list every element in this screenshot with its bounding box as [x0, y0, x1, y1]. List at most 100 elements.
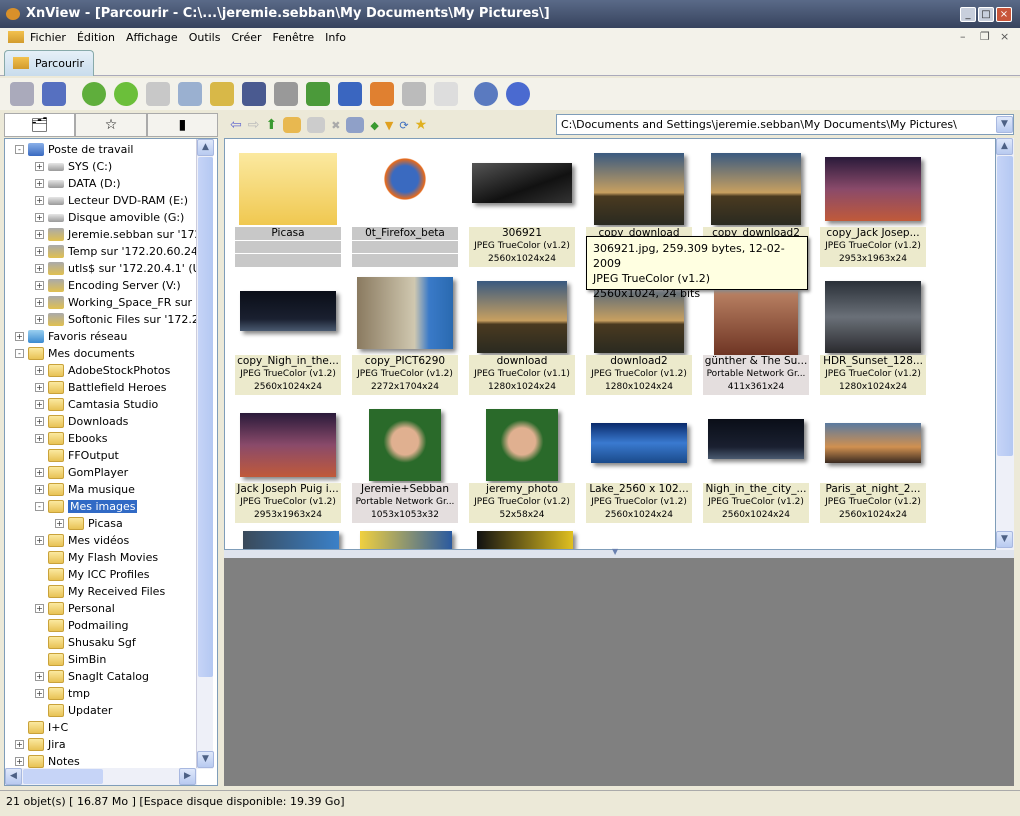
thumbnail-image[interactable]: [477, 531, 573, 549]
maximize-icon[interactable]: □: [978, 7, 994, 22]
convert-icon[interactable]: [146, 82, 170, 106]
tree-item[interactable]: + Lecteur DVD-RAM (E:): [35, 192, 188, 209]
tree-item[interactable]: + AdobeStockPhotos: [35, 362, 170, 379]
expand-icon[interactable]: +: [35, 281, 44, 290]
expand-icon[interactable]: +: [35, 672, 44, 681]
expand-icon[interactable]: +: [35, 264, 44, 273]
mdi-close-icon[interactable]: ×: [1000, 30, 1009, 43]
mdi-minimize-icon[interactable]: –: [960, 30, 966, 43]
tree-item[interactable]: + Working_Space_FR sur ': [35, 294, 199, 311]
scroll-right-button[interactable]: ▶: [179, 768, 196, 785]
sort-icon[interactable]: ◆: [370, 119, 378, 132]
tree-item[interactable]: + Softonic Files sur '172.2: [35, 311, 199, 328]
capture-icon[interactable]: [338, 82, 362, 106]
collapse-icon[interactable]: -: [15, 349, 24, 358]
collapse-arrow-icon[interactable]: ▼: [612, 547, 618, 556]
menu-edition[interactable]: Édition: [77, 31, 115, 44]
refresh-icon[interactable]: ⟳: [399, 119, 408, 132]
collapse-icon[interactable]: -: [35, 502, 44, 511]
view-mode-icon[interactable]: [346, 117, 365, 133]
tree-item[interactable]: FFOutput: [35, 447, 119, 464]
tree-item[interactable]: My ICC Profiles: [35, 566, 150, 583]
menu-affichage[interactable]: Affichage: [126, 31, 178, 44]
tree-horizontal-scrollbar[interactable]: ◀ ▶: [5, 768, 197, 785]
web-page-icon[interactable]: [402, 82, 426, 106]
collapse-icon[interactable]: -: [15, 145, 24, 154]
menu-fenetre[interactable]: Fenêtre: [273, 31, 315, 44]
scroll-thumb[interactable]: [198, 157, 213, 677]
tree-item[interactable]: + Jeremie.sebban sur '172: [35, 226, 202, 243]
contact-sheet-icon[interactable]: [434, 82, 458, 106]
scanner-icon[interactable]: [10, 82, 34, 106]
expand-icon[interactable]: +: [35, 213, 44, 222]
tree-item[interactable]: + Encoding Server (V:): [35, 277, 181, 294]
menu-info[interactable]: Info: [325, 31, 346, 44]
tree-item[interactable]: + Personal: [35, 600, 115, 617]
tree-item[interactable]: - Poste de travail: [15, 141, 133, 158]
delete-icon[interactable]: ✖: [331, 119, 340, 132]
scroll-down-button[interactable]: ▼: [996, 531, 1013, 548]
expand-icon[interactable]: +: [35, 434, 44, 443]
forward-icon[interactable]: ⇨: [248, 117, 260, 133]
expand-icon[interactable]: +: [35, 604, 44, 613]
expand-icon[interactable]: +: [35, 689, 44, 698]
expand-icon[interactable]: +: [35, 315, 44, 324]
back-icon[interactable]: ⇦: [230, 117, 242, 133]
tree-item[interactable]: + SYS (C:): [35, 158, 112, 175]
tree-item[interactable]: SimBin: [35, 651, 106, 668]
presentation-icon[interactable]: [370, 82, 394, 106]
fullscreen-icon[interactable]: [42, 82, 66, 106]
tree-item[interactable]: + tmp: [35, 685, 90, 702]
rename-icon[interactable]: [307, 117, 326, 133]
expand-icon[interactable]: +: [35, 162, 44, 171]
scroll-thumb[interactable]: [997, 156, 1013, 456]
tree-item[interactable]: + Ma musique: [35, 481, 135, 498]
expand-icon[interactable]: +: [35, 179, 44, 188]
categories-tab[interactable]: ▮: [146, 113, 218, 137]
scroll-left-button[interactable]: ◀: [5, 768, 22, 785]
properties-icon[interactable]: [178, 82, 202, 106]
rotate-right-icon[interactable]: [114, 82, 138, 106]
expand-icon[interactable]: +: [35, 383, 44, 392]
settings-icon[interactable]: [474, 82, 498, 106]
folders-tab[interactable]: 🗂: [4, 113, 76, 137]
address-dropdown-button[interactable]: ▼: [996, 116, 1013, 133]
scroll-up-button[interactable]: ▲: [996, 138, 1013, 155]
tree-item[interactable]: + utls$ sur '172.20.4.1' (U: [35, 260, 201, 277]
expand-icon[interactable]: +: [35, 230, 44, 239]
tree-item[interactable]: Podmailing: [35, 617, 129, 634]
tree-item[interactable]: + Battlefield Heroes: [35, 379, 167, 396]
tree-item[interactable]: + Downloads: [35, 413, 128, 430]
tree-item[interactable]: I+C: [15, 719, 68, 736]
tree-item[interactable]: Shusaku Sgf: [35, 634, 136, 651]
menu-creer[interactable]: Créer: [231, 31, 261, 44]
tree-item[interactable]: + Ebooks: [35, 430, 108, 447]
preview-splitter[interactable]: ▼: [224, 547, 1014, 558]
tree-item[interactable]: My Flash Movies: [35, 549, 158, 566]
help-icon[interactable]: [506, 82, 530, 106]
print-icon[interactable]: [274, 82, 298, 106]
expand-icon[interactable]: +: [15, 332, 24, 341]
scroll-up-button[interactable]: ▲: [197, 139, 214, 156]
address-input[interactable]: C:\Documents and Settings\jeremie.sebban…: [556, 114, 1014, 135]
scroll-down-button[interactable]: ▼: [197, 751, 214, 768]
filter-icon[interactable]: ▼: [385, 119, 393, 132]
tree-item[interactable]: - Mes images: [35, 498, 138, 515]
menu-outils[interactable]: Outils: [189, 31, 221, 44]
tree-item[interactable]: + SnagIt Catalog: [35, 668, 149, 685]
mdi-restore-icon[interactable]: ❐: [980, 30, 990, 43]
tree-item[interactable]: - Mes documents: [15, 345, 135, 362]
expand-icon[interactable]: +: [35, 196, 44, 205]
expand-icon[interactable]: +: [15, 740, 24, 749]
close-icon[interactable]: ×: [996, 7, 1012, 22]
thumbnail-vertical-scrollbar[interactable]: ▲ ▼: [996, 138, 1014, 550]
expand-icon[interactable]: +: [35, 298, 44, 307]
expand-icon[interactable]: +: [55, 519, 64, 528]
binoculars-icon[interactable]: [242, 82, 266, 106]
tree-item[interactable]: + DATA (D:): [35, 175, 121, 192]
favorites-tab[interactable]: ☆: [75, 113, 147, 137]
move-icon[interactable]: [210, 82, 234, 106]
tree-item[interactable]: + Camtasia Studio: [35, 396, 158, 413]
tree-item[interactable]: Updater: [35, 702, 112, 719]
expand-icon[interactable]: +: [35, 468, 44, 477]
